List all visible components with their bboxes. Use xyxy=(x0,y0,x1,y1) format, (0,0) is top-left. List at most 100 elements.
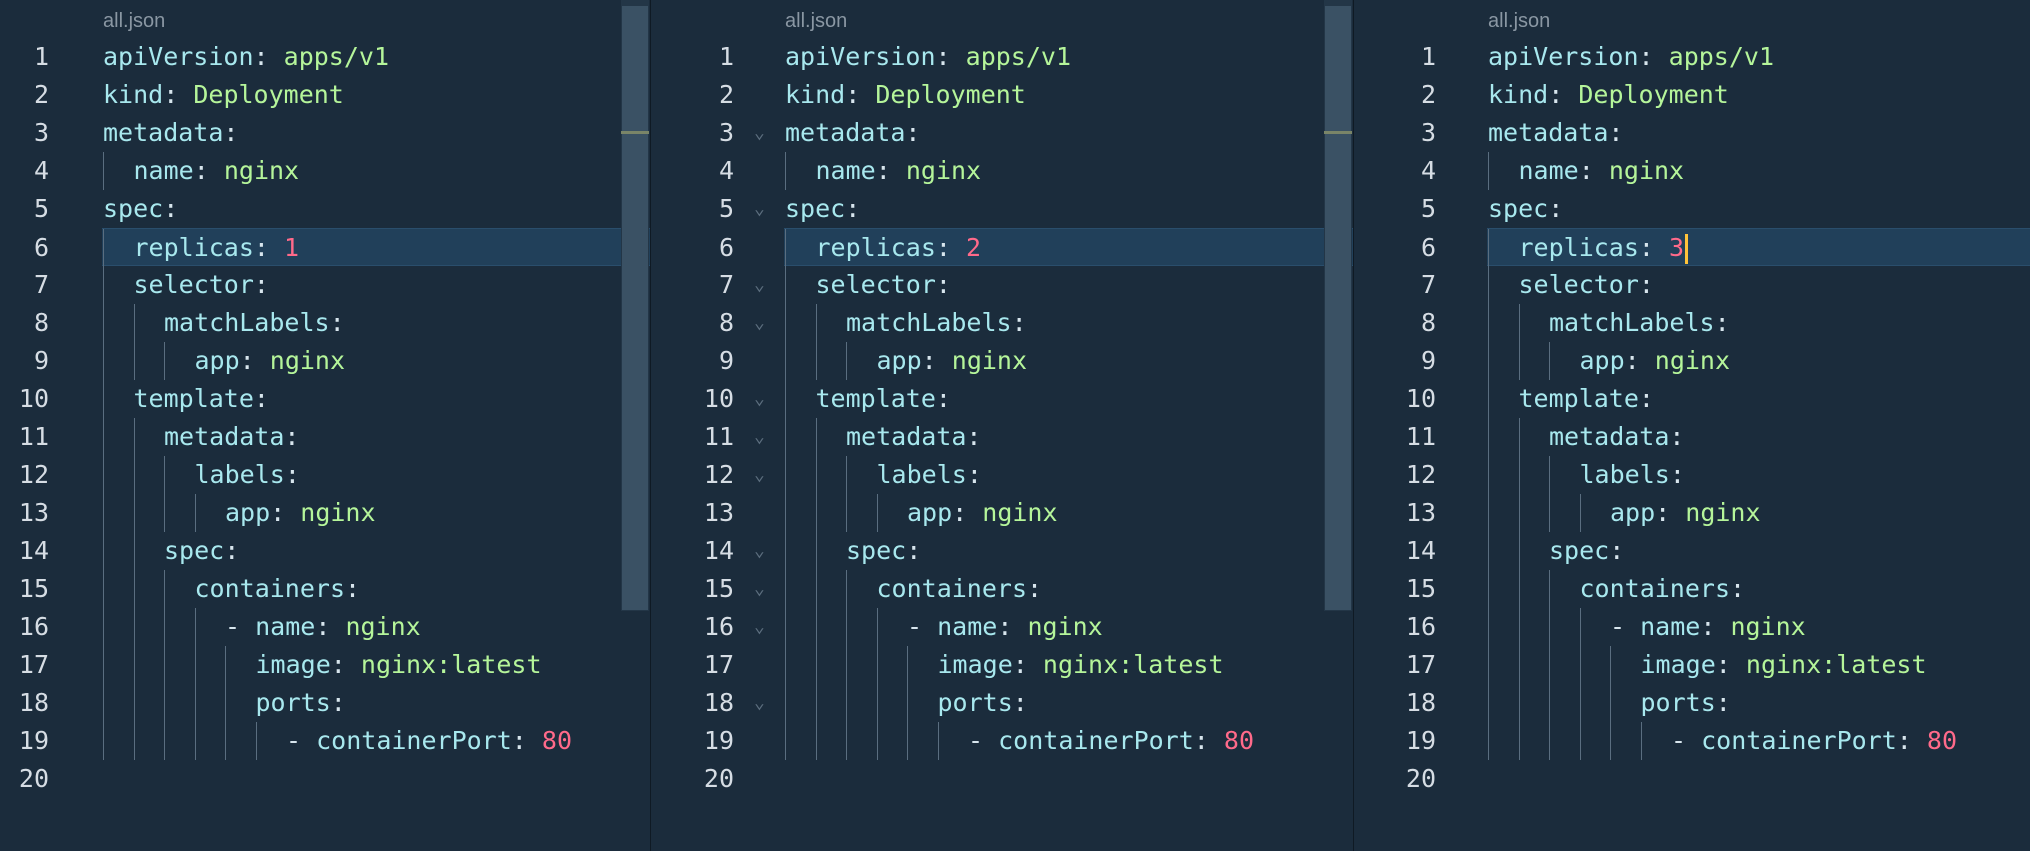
code-text[interactable]: spec: xyxy=(785,190,860,228)
code-line[interactable]: 13 app: nginx xyxy=(651,494,1353,532)
code-line[interactable]: 16 ⌄ - name: nginx xyxy=(651,608,1353,646)
fold-chevron-icon[interactable]: ⌄ xyxy=(754,684,765,722)
code-text[interactable]: app: nginx xyxy=(877,342,1028,380)
code-area[interactable]: 1 apiVersion: apps/v1 2 kind: Deployment 3 me… xyxy=(1354,0,2030,851)
code-text[interactable]: image: nginx:latest xyxy=(1641,646,1927,684)
code-line[interactable]: 11 metadata: xyxy=(0,418,650,456)
code-text[interactable]: - name: nginx xyxy=(907,608,1103,646)
code-line[interactable]: 14 ⌄ spec: xyxy=(651,532,1353,570)
code-line[interactable]: 17 image: nginx:latest xyxy=(0,646,650,684)
code-line[interactable]: 17 image: nginx:latest xyxy=(651,646,1353,684)
code-text[interactable]: ports: xyxy=(1641,684,1731,722)
code-line[interactable]: 6 replicas: 3 xyxy=(1421,228,2030,267)
code-text[interactable]: apiVersion: apps/v1 xyxy=(103,38,389,76)
code-text[interactable]: image: nginx:latest xyxy=(256,646,542,684)
code-line[interactable]: 15 containers: xyxy=(1354,570,2030,608)
code-line[interactable]: 4 name: nginx xyxy=(0,152,650,190)
fold-chevron-icon[interactable]: ⌄ xyxy=(754,418,765,456)
code-line[interactable]: 19 - containerPort: 80 xyxy=(1354,722,2030,760)
code-line[interactable]: 6 replicas: 1 xyxy=(34,228,650,267)
code-line[interactable]: 9 app: nginx xyxy=(1354,342,2030,380)
code-line[interactable]: 7 selector: xyxy=(1354,266,2030,304)
code-text[interactable]: app: nginx xyxy=(195,342,346,380)
fold-chevron-icon[interactable]: ⌄ xyxy=(754,114,765,152)
code-text[interactable]: ports: xyxy=(938,684,1028,722)
code-area[interactable]: 1 apiVersion: apps/v1 2 kind: Deployment 3 ⌄ m… xyxy=(651,0,1353,851)
code-line[interactable]: 3 ⌄ metadata: xyxy=(651,114,1353,152)
code-text[interactable]: spec: xyxy=(1488,190,1563,228)
code-line[interactable]: 10 template: xyxy=(0,380,650,418)
code-text[interactable]: - containerPort: 80 xyxy=(1671,722,1957,760)
code-line[interactable]: 16 - name: nginx xyxy=(0,608,650,646)
code-text[interactable]: template: xyxy=(816,380,951,418)
code-line[interactable]: 8 ⌄ matchLabels: xyxy=(651,304,1353,342)
code-line[interactable]: 9 app: nginx xyxy=(0,342,650,380)
code-text[interactable]: ports: xyxy=(256,684,346,722)
code-line[interactable]: 19 - containerPort: 80 xyxy=(0,722,650,760)
code-text[interactable]: matchLabels: xyxy=(1549,304,1730,342)
code-line[interactable]: 1 apiVersion: apps/v1 xyxy=(1354,38,2030,76)
code-line[interactable]: 5 spec: xyxy=(1354,190,2030,228)
code-text[interactable]: - containerPort: 80 xyxy=(286,722,572,760)
code-text[interactable]: metadata: xyxy=(846,418,981,456)
code-text[interactable]: spec: xyxy=(164,532,239,570)
code-line[interactable]: 5 ⌄ spec: xyxy=(651,190,1353,228)
code-line[interactable]: 8 matchLabels: xyxy=(1354,304,2030,342)
code-text[interactable]: kind: Deployment xyxy=(1488,76,1729,114)
code-line[interactable]: 20 xyxy=(0,760,650,798)
code-text[interactable]: image: nginx:latest xyxy=(938,646,1224,684)
code-text[interactable]: selector: xyxy=(134,266,269,304)
code-line[interactable]: 4 name: nginx xyxy=(1354,152,2030,190)
code-line[interactable]: 3 metadata: xyxy=(1354,114,2030,152)
editor-pane-2[interactable]: all.json 1 apiVersion: apps/v1 2 kind: Depl… xyxy=(651,0,1353,851)
fold-chevron-icon[interactable]: ⌄ xyxy=(754,570,765,608)
code-line[interactable]: 12 labels: xyxy=(0,456,650,494)
code-line[interactable]: 11 metadata: xyxy=(1354,418,2030,456)
code-line[interactable]: 18 ports: xyxy=(1354,684,2030,722)
code-line[interactable]: 10 ⌄ template: xyxy=(651,380,1353,418)
code-line[interactable]: 3 metadata: xyxy=(0,114,650,152)
code-text[interactable]: kind: Deployment xyxy=(103,76,344,114)
code-text[interactable]: apiVersion: apps/v1 xyxy=(1488,38,1774,76)
code-text[interactable]: metadata: xyxy=(1549,418,1684,456)
scrollbar-thumb[interactable] xyxy=(622,6,648,610)
code-line[interactable]: 11 ⌄ metadata: xyxy=(651,418,1353,456)
code-text[interactable]: labels: xyxy=(877,456,982,494)
code-text[interactable]: spec: xyxy=(1549,532,1624,570)
code-line[interactable]: 20 xyxy=(651,760,1353,798)
code-line[interactable]: 14 spec: xyxy=(1354,532,2030,570)
code-text[interactable]: selector: xyxy=(816,266,951,304)
code-line[interactable]: 9 app: nginx xyxy=(651,342,1353,380)
code-line[interactable]: 2 kind: Deployment xyxy=(0,76,650,114)
code-text[interactable]: kind: Deployment xyxy=(785,76,1026,114)
code-text[interactable]: app: nginx xyxy=(1580,342,1731,380)
vertical-scrollbar[interactable] xyxy=(621,0,649,611)
code-line[interactable]: 17 image: nginx:latest xyxy=(1354,646,2030,684)
code-line[interactable]: 12 ⌄ labels: xyxy=(651,456,1353,494)
code-line[interactable]: 13 app: nginx xyxy=(0,494,650,532)
code-text[interactable]: replicas: 3 xyxy=(1519,229,1689,267)
code-line[interactable]: 12 labels: xyxy=(1354,456,2030,494)
code-line[interactable]: 14 spec: xyxy=(0,532,650,570)
code-text[interactable]: name: nginx xyxy=(1519,152,1685,190)
scrollbar-thumb[interactable] xyxy=(1325,6,1351,610)
code-text[interactable]: template: xyxy=(134,380,269,418)
code-area[interactable]: 1 apiVersion: apps/v1 2 kind: Deployment 3 me… xyxy=(0,0,650,851)
code-text[interactable]: metadata: xyxy=(164,418,299,456)
code-text[interactable]: app: nginx xyxy=(225,494,376,532)
code-text[interactable]: - containerPort: 80 xyxy=(968,722,1254,760)
editor-pane-1[interactable]: all.json 1 apiVersion: apps/v1 2 kind: Depl… xyxy=(0,0,650,851)
code-line[interactable]: 10 template: xyxy=(1354,380,2030,418)
code-line[interactable]: 2 kind: Deployment xyxy=(1354,76,2030,114)
code-text[interactable]: app: nginx xyxy=(907,494,1058,532)
code-text[interactable]: containers: xyxy=(195,570,361,608)
code-text[interactable]: labels: xyxy=(1580,456,1685,494)
code-line[interactable]: 13 app: nginx xyxy=(1354,494,2030,532)
code-line[interactable]: 1 apiVersion: apps/v1 xyxy=(0,38,650,76)
fold-chevron-icon[interactable]: ⌄ xyxy=(754,532,765,570)
code-text[interactable]: matchLabels: xyxy=(164,304,345,342)
code-line[interactable]: 20 xyxy=(1354,760,2030,798)
code-text[interactable]: matchLabels: xyxy=(846,304,1027,342)
code-text[interactable]: spec: xyxy=(103,190,178,228)
code-line[interactable]: 15 ⌄ containers: xyxy=(651,570,1353,608)
